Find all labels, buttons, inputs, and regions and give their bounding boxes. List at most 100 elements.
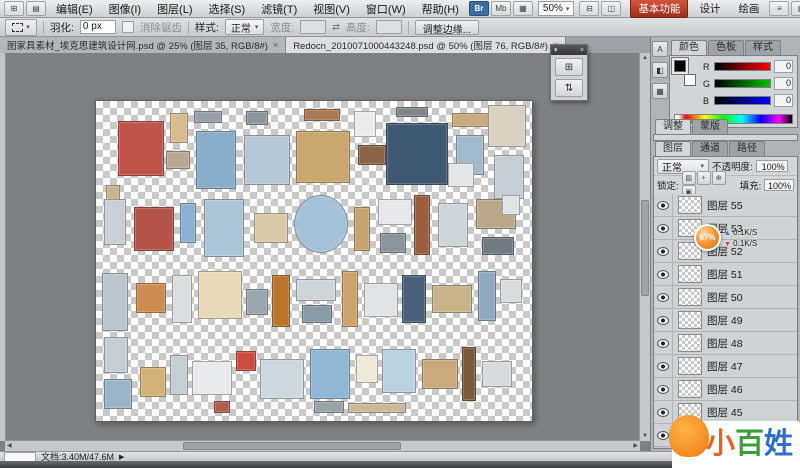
layer-visibility-toggle[interactable] xyxy=(654,401,673,423)
menu-item-1[interactable]: 图像(I) xyxy=(102,0,148,18)
foreground-background-swatches[interactable] xyxy=(674,60,698,86)
marquee-tool-icon[interactable]: ▾ xyxy=(5,19,37,36)
document-canvas[interactable] xyxy=(95,100,533,422)
scroll-left-icon[interactable]: ◀ xyxy=(7,441,12,451)
menu-item-6[interactable]: 窗口(W) xyxy=(359,0,413,18)
view-extras-icon[interactable]: ▦ xyxy=(513,1,533,16)
height-label: 高度: xyxy=(346,20,370,35)
color-tab-0[interactable]: 颜色 xyxy=(671,40,707,55)
lock-transparency-icon[interactable]: ▨ xyxy=(682,171,696,185)
menu-item-2[interactable]: 图层(L) xyxy=(150,0,199,18)
layer-row-5[interactable]: 图层 49 xyxy=(654,309,797,332)
layer-visibility-toggle[interactable] xyxy=(654,286,673,308)
layer-visibility-toggle[interactable] xyxy=(654,194,673,216)
furniture-sprite xyxy=(304,109,340,121)
height-input[interactable] xyxy=(376,20,402,34)
launch-bridge-icon[interactable]: Br xyxy=(469,1,489,16)
furniture-sprite xyxy=(272,275,290,327)
vertical-scrollbar[interactable]: ▲ ▼ xyxy=(639,53,650,441)
antialias-checkbox[interactable] xyxy=(122,21,134,33)
lock-pixels-icon[interactable]: + xyxy=(697,171,711,185)
fill-input[interactable]: 100% xyxy=(764,179,794,191)
furniture-sprite xyxy=(180,203,196,243)
menu-item-0[interactable]: 编辑(E) xyxy=(49,0,100,18)
lock-position-icon[interactable]: ⊕ xyxy=(712,171,726,185)
scroll-down-icon[interactable]: ▼ xyxy=(642,431,648,441)
channel-value-input[interactable]: 0 xyxy=(774,60,793,73)
workspace-button-1[interactable]: 设计 xyxy=(692,0,727,17)
layer-row-8[interactable]: 图层 46 xyxy=(654,378,797,401)
vertical-scroll-thumb[interactable] xyxy=(641,200,649,295)
menu-item-4[interactable]: 滤镜(T) xyxy=(254,0,304,18)
channel-slider[interactable] xyxy=(714,79,771,88)
adjust-tab-0[interactable]: 调整 xyxy=(655,119,691,134)
arrange-grid-icon[interactable]: ⊞ xyxy=(555,58,583,76)
swatch-panel-icon[interactable]: ◧ xyxy=(652,62,668,78)
layers-tab-2[interactable]: 路径 xyxy=(729,141,765,156)
layers-tab-1[interactable]: 通道 xyxy=(692,141,728,156)
swap-dimensions-icon[interactable]: ⇄ xyxy=(332,22,340,33)
workspace-button-0[interactable]: 基本功能 xyxy=(630,0,688,18)
close-icon[interactable]: × xyxy=(580,47,584,54)
layer-row-6[interactable]: 图层 48 xyxy=(654,332,797,355)
opacity-input[interactable]: 100% xyxy=(756,160,788,172)
launch-mini-bridge-icon[interactable]: Mb xyxy=(491,1,511,16)
layer-visibility-toggle[interactable] xyxy=(654,355,673,377)
arrange-documents-icon[interactable]: ⊟ xyxy=(579,1,599,16)
menu-item-3[interactable]: 选择(S) xyxy=(202,0,253,18)
close-tab-icon[interactable]: × xyxy=(273,40,278,50)
foreground-color-swatch[interactable] xyxy=(674,60,686,72)
adjust-tab-1[interactable]: 蒙版 xyxy=(692,119,728,134)
document-tab-1[interactable]: Redocn_2010071000443248.psd @ 50% (图层 76… xyxy=(286,37,566,53)
furniture-sprite xyxy=(422,359,458,389)
layer-visibility-toggle[interactable] xyxy=(654,217,673,239)
app-grid-icon[interactable]: ⊞ xyxy=(4,1,24,16)
style-select[interactable]: 正常 ▾ xyxy=(225,19,265,35)
layer-visibility-toggle[interactable] xyxy=(654,378,673,400)
layer-visibility-toggle[interactable] xyxy=(654,240,673,262)
scroll-up-icon[interactable]: ▲ xyxy=(642,53,648,63)
layer-row-7[interactable]: 图层 47 xyxy=(654,355,797,378)
workspace-menu-icon[interactable]: ≡ xyxy=(769,1,789,16)
color-tab-1[interactable]: 色板 xyxy=(708,40,744,55)
workspace-button-2[interactable]: 绘画 xyxy=(731,0,766,17)
document-tab-0[interactable]: 图家具素材_埃克思建筑设计网.psd @ 25% (图层 35, RGB/8#)… xyxy=(0,37,286,53)
floating-toolbar-titlebar[interactable]: ▾ × xyxy=(551,45,587,55)
net-speed-percent-badge: 67% xyxy=(694,224,721,251)
layer-row-4[interactable]: 图层 50 xyxy=(654,286,797,309)
layer-row-0[interactable]: 图层 55 xyxy=(654,194,797,217)
menu-item-7[interactable]: 帮助(H) xyxy=(415,0,466,18)
info-panel-icon[interactable]: ▦ xyxy=(652,83,668,99)
channel-slider[interactable] xyxy=(714,96,771,105)
layer-visibility-toggle[interactable] xyxy=(654,263,673,285)
scroll-right-icon[interactable]: ▶ xyxy=(633,441,638,451)
color-tab-2[interactable]: 样式 xyxy=(745,40,781,55)
background-color-swatch[interactable] xyxy=(684,74,696,86)
zoom-level-select[interactable]: 50% ▾ xyxy=(538,1,575,16)
furniture-sprite xyxy=(244,135,290,185)
panel-toggle-icon[interactable]: ▤ xyxy=(26,1,46,16)
eye-icon xyxy=(657,362,669,371)
menu-item-5[interactable]: 视图(V) xyxy=(306,0,357,18)
layer-row-3[interactable]: 图层 51 xyxy=(654,263,797,286)
refine-edge-button[interactable]: 调整边缘... xyxy=(415,20,479,35)
width-input[interactable] xyxy=(300,20,326,34)
layer-visibility-toggle[interactable] xyxy=(654,332,673,354)
scroll-pages-icon[interactable]: ⇅ xyxy=(555,79,583,97)
furniture-sprite xyxy=(462,347,476,401)
channel-slider[interactable] xyxy=(714,62,771,71)
layer-visibility-toggle[interactable] xyxy=(654,309,673,331)
color-panel-tabs: 颜色色板样式 xyxy=(669,40,798,55)
channel-value-input[interactable]: 0 xyxy=(774,77,793,90)
channel-value-input[interactable]: 0 xyxy=(774,94,793,107)
furniture-sprite xyxy=(478,271,496,321)
layers-tab-0[interactable]: 图层 xyxy=(655,141,691,156)
collapse-icon[interactable]: ▾ xyxy=(554,46,558,54)
horizontal-scroll-thumb[interactable] xyxy=(183,442,401,450)
character-panel-icon[interactable]: A xyxy=(652,41,668,57)
status-options-arrow-icon[interactable]: ▶ xyxy=(119,453,124,461)
feather-input[interactable]: 0 px xyxy=(80,20,116,34)
panel-options-icon[interactable]: ▣ xyxy=(791,1,800,16)
status-zoom-field[interactable] xyxy=(4,452,36,462)
screen-mode-icon[interactable]: ◫ xyxy=(601,1,621,16)
